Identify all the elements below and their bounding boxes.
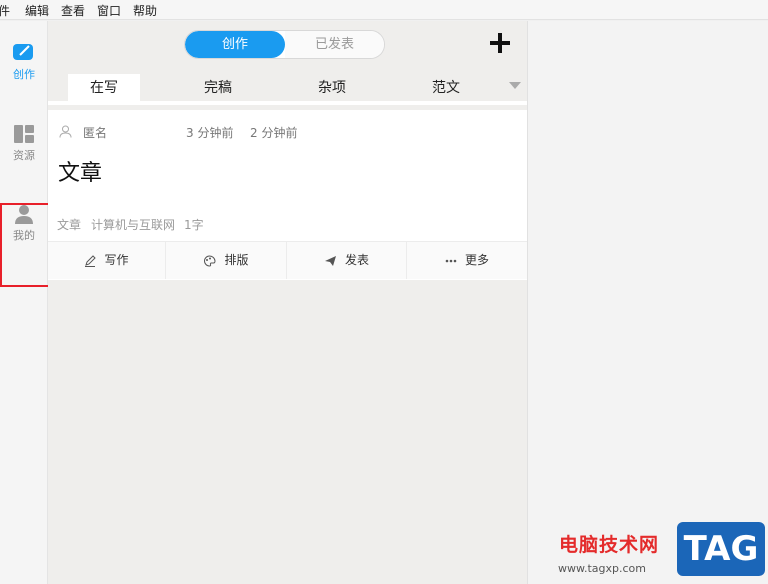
publish-button[interactable]: 发表 — [287, 242, 407, 279]
watermark-badge: TAG — [677, 522, 765, 576]
editor-pane — [528, 21, 768, 584]
layout-label: 排版 — [224, 253, 249, 267]
main-panel — [48, 21, 527, 584]
menu-window[interactable]: 窗口 — [97, 2, 121, 19]
author-name: 匿名 — [83, 126, 108, 140]
tab-bar: 在写 完稿 杂项 范文 — [48, 74, 527, 104]
watermark-site-name: 电脑技术网 — [559, 534, 660, 556]
menu-edit[interactable]: 编辑 — [25, 2, 49, 19]
send-icon — [324, 255, 336, 266]
sidebar: 创作 资源 我的 — [0, 21, 48, 584]
article-tag: 计算机与互联网 — [91, 218, 176, 232]
menu-help[interactable]: 帮助 — [133, 2, 157, 19]
menu-bar: 件 编辑 查看 窗口 帮助 — [0, 0, 768, 20]
watermark-url: www.tagxp.com — [558, 562, 646, 575]
tab-writing[interactable]: 在写 — [68, 74, 140, 101]
tab-misc[interactable]: 杂项 — [296, 74, 368, 101]
created-time: 3 分钟前 — [186, 126, 234, 140]
plus-icon[interactable] — [487, 30, 513, 56]
modified-time: 2 分钟前 — [250, 126, 298, 140]
segmented-control: 创作 已发表 — [184, 30, 385, 59]
more-label: 更多 — [464, 253, 489, 267]
segment-published[interactable]: 已发表 — [285, 31, 384, 58]
article-card[interactable]: 匿名 3 分钟前 2 分钟前 文章 文章 计算机与互联网 1字 写作 排版 发表… — [48, 110, 527, 280]
publish-label: 发表 — [344, 253, 369, 267]
author-icon — [59, 125, 72, 138]
sidebar-item-label: 创作 — [13, 68, 35, 81]
article-category: 文章 — [57, 218, 82, 232]
write-button[interactable]: 写作 — [48, 242, 166, 279]
card-actions: 写作 排版 发表 更多 — [48, 241, 527, 279]
sidebar-item-label: 资源 — [13, 149, 35, 162]
write-label: 写作 — [104, 253, 129, 267]
layout-button[interactable]: 排版 — [166, 242, 287, 279]
grid-icon — [14, 125, 34, 143]
word-count: 1字 — [184, 218, 204, 232]
menu-file[interactable]: 件 — [0, 2, 10, 19]
more-button[interactable]: 更多 — [407, 242, 527, 279]
tab-finished[interactable]: 完稿 — [182, 74, 254, 101]
sidebar-item-create[interactable]: 创作 — [0, 43, 48, 82]
tab-underline — [48, 101, 527, 105]
compose-icon — [13, 44, 33, 60]
tab-samples[interactable]: 范文 — [410, 74, 482, 101]
more-icon — [445, 259, 457, 262]
segment-create[interactable]: 创作 — [185, 31, 285, 58]
menu-view[interactable]: 查看 — [61, 2, 85, 19]
palette-icon — [204, 254, 216, 267]
pencil-icon — [85, 254, 97, 267]
sidebar-item-resources[interactable]: 资源 — [0, 124, 48, 163]
article-title: 文章 — [58, 161, 103, 186]
chevron-down-icon[interactable] — [509, 82, 521, 89]
